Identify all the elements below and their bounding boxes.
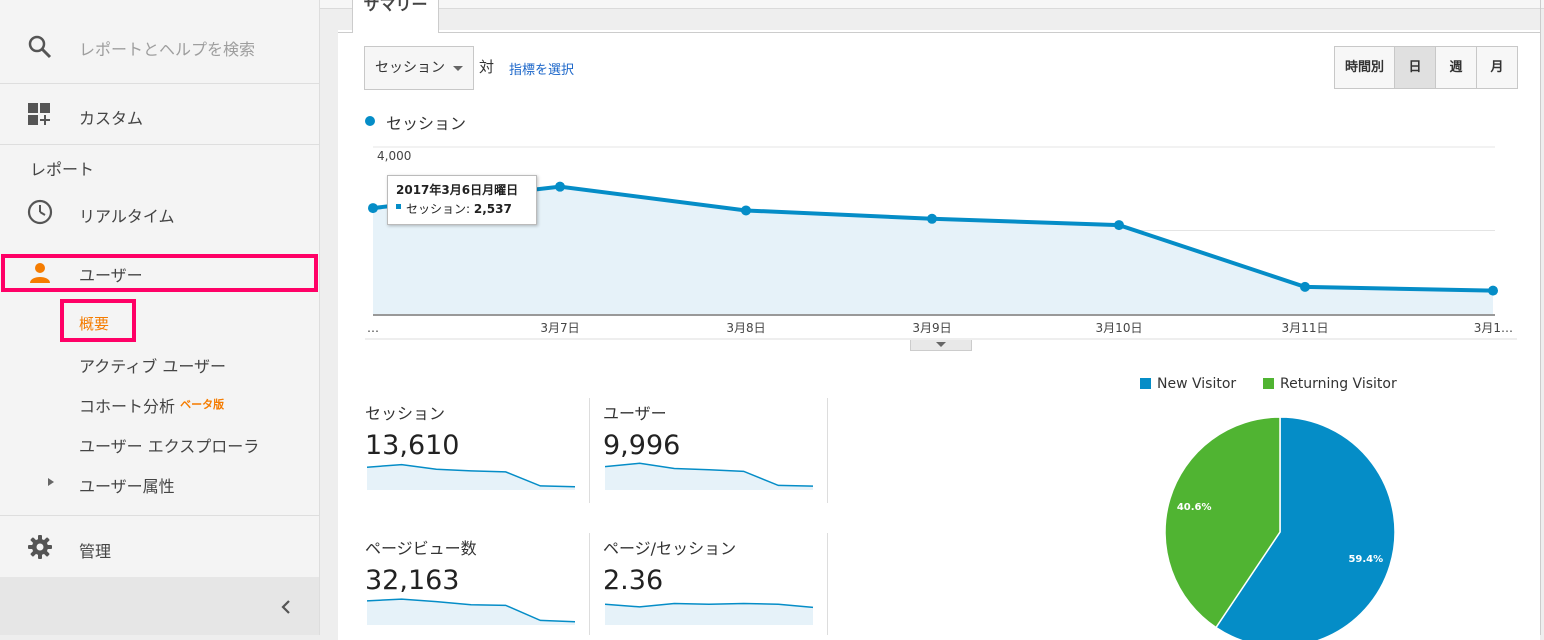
metric-label: ページビュー数 <box>365 539 477 558</box>
data-point <box>1488 285 1498 296</box>
dashboard-add-icon <box>28 103 50 125</box>
sidebar-item-custom[interactable]: カスタム <box>0 95 319 135</box>
series-legend-dot <box>365 116 375 126</box>
metric-label: ユーザー <box>603 404 667 423</box>
gear-icon <box>28 535 52 559</box>
y-tick-label: 4,000 <box>377 149 411 163</box>
metric-label: セッション <box>365 404 446 423</box>
metric-value: 13,610 <box>365 430 460 461</box>
clock-icon <box>27 199 53 225</box>
reports-heading: レポート <box>30 160 95 179</box>
series-area <box>373 186 1493 314</box>
sidebar-item-label: ユーザー属性 <box>79 477 175 496</box>
metric-card[interactable]: セッション 13,610 <box>365 400 590 505</box>
metric-dropdown-value: セッション <box>375 60 445 76</box>
divider <box>589 398 590 503</box>
data-point <box>1300 281 1310 292</box>
metric-sparkline <box>367 598 576 625</box>
metric-sparkline <box>367 463 576 490</box>
metric-card[interactable]: ユーザー 9,996 <box>603 400 828 505</box>
tooltip-series-marker <box>396 204 401 209</box>
data-point <box>741 205 751 216</box>
vs-label: 対 <box>479 58 495 76</box>
segment-day-button[interactable]: 日 <box>1394 46 1436 89</box>
cohort-label: コホート分析 <box>79 397 176 416</box>
metric-sparkline <box>605 602 814 625</box>
x-tick-label: 3月11日 <box>1282 321 1329 335</box>
metric-label: ページ/セッション <box>603 539 737 558</box>
segment-month-button[interactable]: 月 <box>1476 46 1518 89</box>
chevron-down-icon <box>453 66 463 71</box>
divider <box>589 533 590 635</box>
chevron-left-icon[interactable] <box>279 599 293 615</box>
data-point <box>927 213 937 224</box>
x-tick-label: 3月8日 <box>726 321 765 335</box>
x-tick-label: … <box>367 321 379 335</box>
sidebar-subitem-user-explorer[interactable]: ユーザー エクスプローラ <box>79 433 259 457</box>
card-border <box>1540 0 1541 635</box>
tab-summary[interactable]: サマリー <box>352 0 439 33</box>
tooltip-value-row: セッション: 2,537 <box>406 200 512 217</box>
card-border <box>338 32 1540 33</box>
divider <box>0 144 319 145</box>
data-point <box>1114 220 1124 231</box>
highlight-box-users <box>1 254 318 292</box>
sidebar-item-realtime[interactable]: リアルタイム <box>0 195 319 231</box>
data-point <box>555 181 565 192</box>
sidebar-item-label: リアルタイム <box>79 207 175 226</box>
divider <box>0 83 319 84</box>
divider <box>0 515 319 516</box>
divider <box>827 398 828 503</box>
collapse-sidebar-bar[interactable] <box>0 577 319 635</box>
sidebar-item-label: 管理 <box>79 542 112 561</box>
beta-badge: ベータ版 <box>180 398 225 411</box>
sidebar-subitem-user-attributes[interactable]: ユーザー属性 <box>0 470 319 496</box>
data-point <box>368 203 378 214</box>
x-tick-label: 3月7日 <box>540 321 579 335</box>
search-row[interactable]: レポートとヘルプを検索 <box>0 20 319 70</box>
search-input[interactable]: レポートとヘルプを検索 <box>79 36 255 60</box>
x-tick-label: 3月9日 <box>912 321 951 335</box>
metric-sparkline <box>605 462 814 490</box>
visitor-pie-chart[interactable]: 59.4% 40.6% <box>1160 410 1400 640</box>
legend-label: Returning Visitor <box>1280 376 1397 392</box>
pie-legend-item-returning[interactable]: Returning Visitor <box>1263 376 1397 392</box>
tab-summary-label: サマリー <box>363 0 428 14</box>
expand-triangle-icon <box>48 478 54 486</box>
metric-card[interactable]: ページ/セッション 2.36 <box>603 535 828 640</box>
sidebar-subitem-active-users[interactable]: アクティブ ユーザー <box>79 353 226 377</box>
legend-swatch <box>1263 378 1274 389</box>
pie-slice-label: 40.6% <box>1177 502 1212 513</box>
metric-value: 9,996 <box>603 430 681 461</box>
sidebar-item-admin[interactable]: 管理 <box>0 530 319 566</box>
series-legend-label: セッション <box>386 114 467 133</box>
legend-swatch <box>1140 378 1151 389</box>
sidebar-item-label: カスタム <box>79 109 144 128</box>
pie-legend-item-new[interactable]: New Visitor <box>1140 376 1236 392</box>
divider <box>827 533 828 635</box>
metric-dropdown[interactable]: セッション <box>364 46 474 90</box>
top-strip <box>320 0 1544 9</box>
metric-value: 2.36 <box>603 565 664 596</box>
sidebar: レポートとヘルプを検索 カスタム レポート リアルタイム ユーザー 概要 アクテ… <box>0 0 320 635</box>
metric-card[interactable]: ページビュー数 32,163 <box>365 535 590 640</box>
pie-slice-label: 59.4% <box>1348 554 1383 565</box>
tooltip-label: セッション: <box>406 202 474 216</box>
tooltip-value: 2,537 <box>473 202 512 216</box>
x-tick-label: 3月1… <box>1474 321 1513 335</box>
highlight-box-overview <box>60 299 136 342</box>
tooltip-date: 2017年3月6日月曜日 <box>396 183 519 197</box>
chart-tooltip: 2017年3月6日月曜日 セッション: 2,537 <box>387 175 537 225</box>
chevron-down-icon <box>936 342 946 347</box>
sessions-line-chart[interactable]: 4,0002,000…3月7日3月8日3月9日3月10日3月11日3月1… <box>365 140 1520 340</box>
segment-week-button[interactable]: 週 <box>1435 46 1477 89</box>
segment-hourly-button[interactable]: 時間別 <box>1334 46 1395 89</box>
metric-value: 32,163 <box>365 565 460 596</box>
search-icon <box>28 35 52 59</box>
select-metric-link[interactable]: 指標を選択 <box>509 59 574 78</box>
x-tick-label: 3月10日 <box>1096 321 1143 335</box>
legend-label: New Visitor <box>1157 376 1237 392</box>
chart-expand-handle[interactable] <box>910 340 972 351</box>
sidebar-subitem-cohort[interactable]: コホート分析 ベータ版 <box>79 393 224 417</box>
